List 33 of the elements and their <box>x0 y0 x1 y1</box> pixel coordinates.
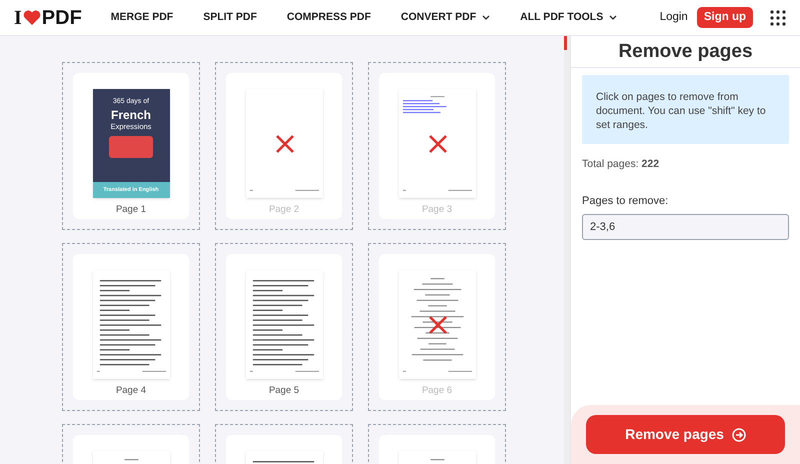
page-card[interactable]: Page 4 <box>73 254 189 400</box>
nav-link[interactable]: SPLIT PDF <box>203 10 257 26</box>
arrow-circle-icon <box>732 428 746 442</box>
logo-text[interactable]: I <box>14 2 22 32</box>
field-label: Pages to remove: <box>582 194 670 209</box>
remove-mark-icon <box>275 134 295 154</box>
nav-link[interactable]: CONVERT PDF <box>400 10 490 26</box>
page-label: Page 2 <box>268 203 300 217</box>
nav-link[interactable]: ALL PDF TOOLS <box>520 10 618 26</box>
page-label: Page 1 <box>116 203 146 217</box>
caret-icon <box>482 15 490 20</box>
page-card[interactable]: Page 5 <box>226 254 342 400</box>
page-label: Page 5 <box>268 384 300 398</box>
total-pages-text: Total pages: 222 <box>582 157 660 172</box>
remove-mark-icon <box>428 315 448 335</box>
remove-mark-icon <box>428 134 448 154</box>
page-label: Page 6 <box>422 384 452 398</box>
remove-pages-button[interactable]: Remove pages <box>586 415 785 454</box>
scrollbar-thumb[interactable] <box>564 36 568 50</box>
caret-icon <box>609 15 618 20</box>
page-label: Page 4 <box>116 384 146 398</box>
login-link[interactable]: Login <box>660 8 688 26</box>
logo-text[interactable]: PDF <box>42 2 82 32</box>
pages-input-field[interactable]: 2-3,6 <box>582 214 789 240</box>
apps-grid-icon[interactable] <box>770 10 786 26</box>
cover-title: French <box>110 108 151 122</box>
signup-button[interactable]: Sign up <box>696 7 753 28</box>
heart-icon <box>22 10 41 26</box>
nav-link[interactable]: COMPRESS PDF <box>286 10 371 26</box>
panel-title: Remove pages <box>571 36 800 68</box>
info-text: Click on pages to remove from document. You can use "shift" key to set ranges. <box>596 90 767 132</box>
nav-link[interactable]: MERGE PDF <box>110 10 174 26</box>
page-label: Page 3 <box>422 203 452 217</box>
